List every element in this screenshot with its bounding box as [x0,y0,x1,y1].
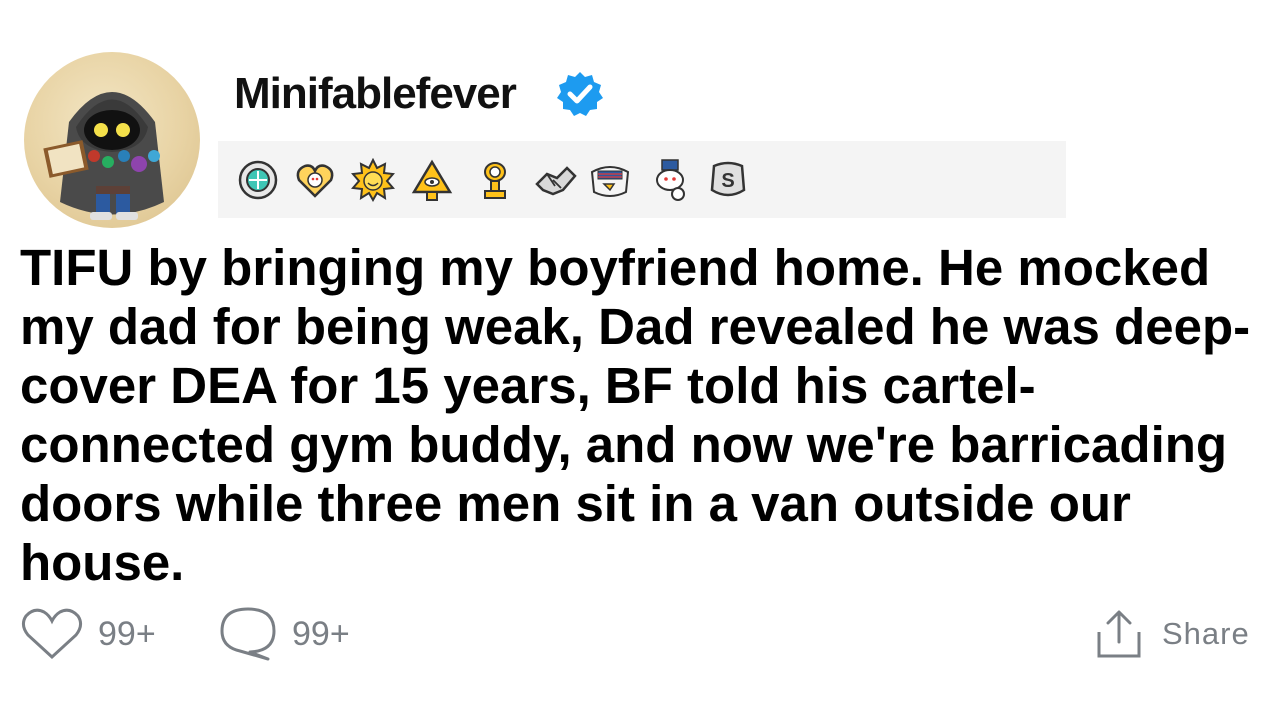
gem-award-icon [238,160,278,200]
share-button[interactable]: Share [1096,604,1250,664]
comment-bubble-icon [220,607,276,661]
illuminati-award-icon [411,159,453,201]
share-label: Share [1162,616,1250,651]
share-icon [1097,610,1141,658]
sun-award-icon [351,158,395,202]
avatar[interactable] [24,52,200,228]
verified-badge-icon [557,72,603,116]
handshake-award-icon [535,166,577,196]
wholesome-heart-award-icon [296,164,334,198]
eagle-award-icon [590,166,630,197]
hooded-wizard-avatar-icon [43,92,164,220]
like-button[interactable]: 99+ [20,604,156,664]
post-title[interactable]: TIFU by bringing my boyfriend home. He m… [20,238,1260,592]
silver-award-icon: S [710,161,746,197]
pointing-snoo-award-icon [656,159,685,201]
comment-count: 99+ [292,614,350,653]
gold-trophy-award-icon [484,162,506,199]
like-count: 99+ [98,614,156,653]
comment-button[interactable]: 99+ [218,604,350,664]
svg-text:S: S [721,170,734,192]
awards-bar: S [218,141,1066,218]
username[interactable]: Minifablefever [234,66,517,122]
heart-icon [21,608,83,660]
